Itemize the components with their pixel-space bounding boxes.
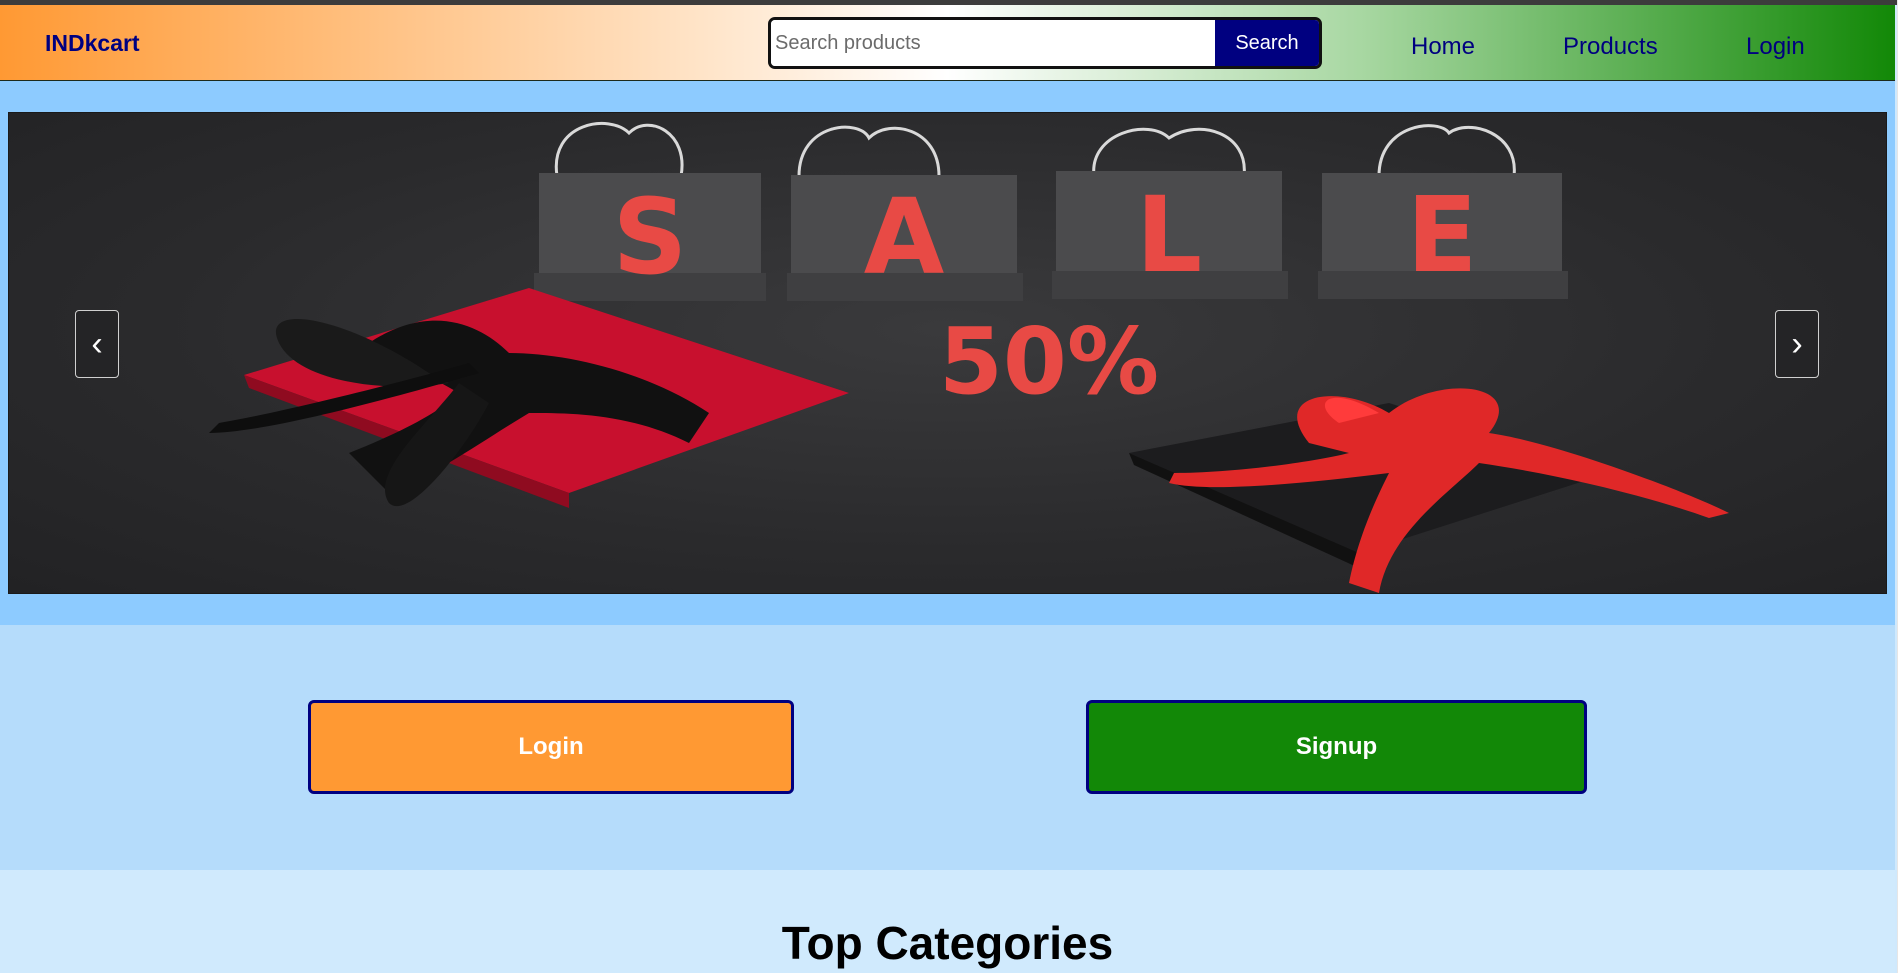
brand-logo[interactable]: INDkcart [45, 30, 140, 57]
sale-letter: A [864, 176, 945, 298]
search-button[interactable]: Search [1215, 20, 1319, 66]
signup-button[interactable]: Signup [1086, 700, 1587, 794]
navbar: INDkcart Search Home Products Login [0, 5, 1895, 81]
sale-letter: E [1406, 174, 1477, 296]
sale-banner-image: S A L E 50% [209, 121, 1729, 593]
carousel-next-button[interactable]: › [1775, 310, 1819, 378]
auth-section: Login Signup [0, 625, 1895, 870]
carousel-slide-sale-banner: S A L E 50% [8, 112, 1887, 594]
gift-box-right [1129, 388, 1729, 593]
sale-letter: L [1136, 174, 1202, 296]
carousel-prev-button[interactable]: ‹ [75, 310, 119, 378]
gift-box-left [209, 288, 849, 508]
top-categories-section: Top Categories [0, 870, 1895, 973]
sale-letter: S [613, 176, 688, 298]
nav-link-products[interactable]: Products [1563, 33, 1658, 61]
section-title: Top Categories [781, 917, 1114, 969]
hero-carousel: S A L E 50% ‹ › [0, 81, 1895, 625]
search-form: Search [768, 17, 1322, 69]
search-input[interactable] [771, 20, 1215, 66]
chevron-left-icon: ‹ [91, 325, 103, 363]
nav-link-home[interactable]: Home [1411, 33, 1475, 61]
chevron-right-icon: › [1791, 325, 1803, 363]
nav-link-login[interactable]: Login [1746, 33, 1805, 61]
bag-handles [554, 121, 1516, 177]
page: INDkcart Search Home Products Login [0, 0, 1898, 973]
discount-text: 50% [939, 308, 1159, 415]
login-button[interactable]: Login [308, 700, 794, 794]
